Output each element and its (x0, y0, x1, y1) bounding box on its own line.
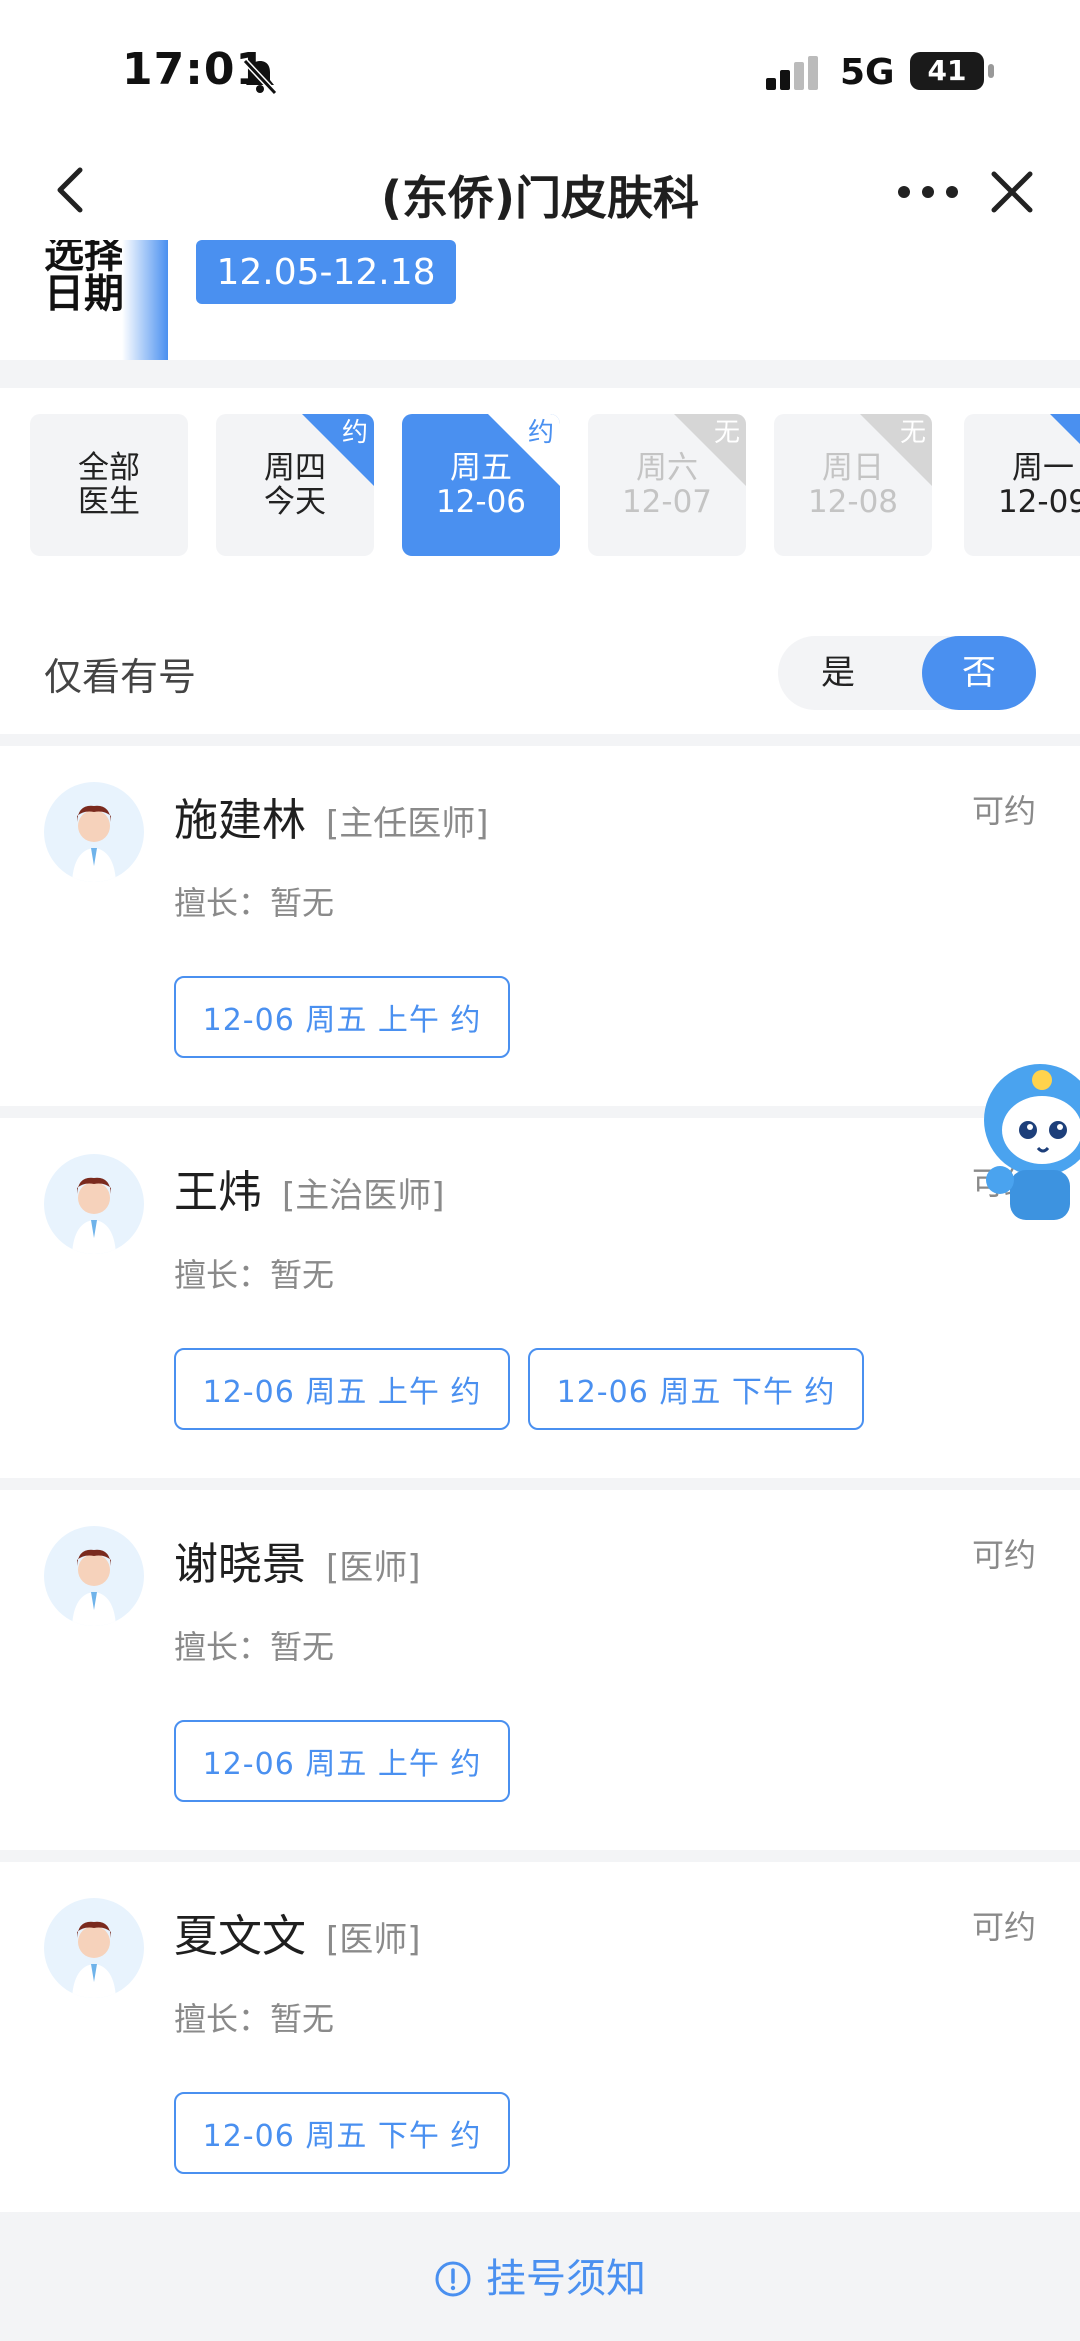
doctor-title: [医师] (326, 1548, 421, 1588)
doctor-avatar (44, 1526, 144, 1626)
doctor-title: [主治医师] (282, 1176, 445, 1216)
toggle-no-option[interactable]: 否 (922, 636, 1036, 710)
tab-line2: 12-07 (621, 484, 713, 520)
tab-friday[interactable]: 约 周五 12-06 (402, 414, 560, 556)
tab-monday[interactable]: 约 周一 12-09 (964, 414, 1080, 556)
tab-thursday[interactable]: 约 周四 今天 (216, 414, 374, 556)
info-icon (435, 2261, 471, 2297)
availability-status: 可约 (971, 1536, 1036, 1574)
availability-status: 可约 (971, 1908, 1036, 1946)
availability-filter: 仅看有号 是 否 (0, 606, 1080, 734)
tab-line2: 今天 (264, 484, 326, 520)
tab-line2: 12-08 (807, 484, 899, 520)
tab-saturday[interactable]: 无 周六 12-07 (588, 414, 746, 556)
doctor-card[interactable]: 谢晓景 [医师] 可约 擅长：暂无 12-06 周五 上午 约 (0, 1490, 1080, 1850)
assistant-mascot-icon[interactable] (970, 1030, 1080, 1230)
doctor-avatar (44, 1898, 144, 1998)
battery-level: 41 (927, 54, 967, 87)
doctor-name: 施建林 (174, 795, 306, 846)
appointment-slot-button[interactable]: 12-06 周五 上午 约 (174, 976, 510, 1058)
doctor-name-row: 施建林 [主任医师] (174, 784, 489, 848)
appointment-slot-button[interactable]: 12-06 周五 下午 约 (174, 2092, 510, 2174)
doctor-title: [主任医师] (326, 804, 489, 844)
toggle-yes-option[interactable]: 是 (778, 636, 898, 710)
tab-line2: 12-09 (997, 484, 1080, 520)
doctor-name-row: 王炜 [主治医师] (174, 1156, 445, 1220)
doctor-card[interactable]: 夏文文 [医师] 可约 擅长：暂无 12-06 周五 下午 约 (0, 1862, 1080, 2212)
date-range-section: 选择日期 12.05-12.18 (0, 240, 1080, 360)
appointment-slot-button[interactable]: 12-06 周五 上午 约 (174, 1348, 510, 1430)
doctor-specialty: 擅长：暂无 (174, 884, 335, 922)
cellular-signal-icon (766, 56, 818, 90)
doctor-avatar (44, 1154, 144, 1254)
battery-cap (988, 64, 994, 78)
registration-notice-link[interactable]: 挂号须知 (0, 2246, 1080, 2304)
nav-bar: (东侨)门皮肤科 (0, 140, 1080, 240)
network-type: 5G (840, 52, 895, 93)
date-range-label: 选择日期 (44, 240, 124, 317)
doctor-name: 谢晓景 (174, 1539, 306, 1590)
doctor-name-row: 夏文文 [医师] (174, 1900, 421, 1964)
appointment-slot-button[interactable]: 12-06 周五 下午 约 (528, 1348, 864, 1430)
date-range-indicator (122, 240, 168, 360)
tab-sunday[interactable]: 无 周日 12-08 (774, 414, 932, 556)
more-options-icon[interactable] (896, 184, 960, 200)
tab-all-doctors[interactable]: 全部 医生 (30, 414, 188, 556)
doctor-name: 夏文文 (174, 1911, 306, 1962)
availability-toggle[interactable]: 是 否 (778, 636, 1036, 710)
doctor-specialty: 擅长：暂无 (174, 1628, 335, 1666)
tab-line2: 12-06 (435, 484, 527, 520)
day-tabs: 全部 医生 约 周四 今天 约 周五 12-06 无 周六 12-07 无 周日… (0, 388, 1080, 606)
doctor-avatar (44, 782, 144, 882)
divider (0, 360, 1080, 388)
tab-line1: 全部 (78, 450, 140, 486)
bell-muted-icon (242, 58, 278, 96)
tab-badge-text: 约 (527, 418, 554, 448)
doctor-card[interactable]: 王炜[主治医师] 可约 擅长：暂无 12-06 周五 上午 约 12-06 周五… (0, 1118, 1080, 1478)
appointment-slot-button[interactable]: 12-06 周五 上午 约 (174, 1720, 510, 1802)
tab-line2: 医生 (78, 484, 140, 520)
footer-bar: 挂号须知 (0, 2212, 1080, 2341)
tab-badge-text: 约 (341, 418, 368, 448)
doctor-name-row: 谢晓景 [医师] (174, 1528, 421, 1592)
filter-label: 仅看有号 (44, 655, 197, 699)
notice-label: 挂号须知 (486, 2256, 646, 2302)
date-range-chip[interactable]: 12.05-12.18 (196, 240, 456, 304)
status-bar: 17:01 5G 41 (0, 0, 1080, 140)
tab-badge-text: 无 (713, 418, 740, 448)
doctor-specialty: 擅长：暂无 (174, 1256, 335, 1294)
doctor-name: 王炜 (174, 1167, 262, 1218)
doctor-title: [医师] (326, 1920, 421, 1960)
close-icon[interactable] (988, 168, 1036, 216)
doctor-specialty: 擅长：暂无 (174, 2000, 335, 2038)
doctor-card[interactable]: 施建林 [主任医师] 可约 擅长：暂无 12-06 周五 上午 约 (0, 746, 1080, 1106)
battery-icon: 41 (910, 52, 984, 90)
tab-corner-badge (1050, 414, 1080, 444)
tab-badge-text: 无 (899, 418, 926, 448)
availability-status: 可约 (971, 792, 1036, 830)
